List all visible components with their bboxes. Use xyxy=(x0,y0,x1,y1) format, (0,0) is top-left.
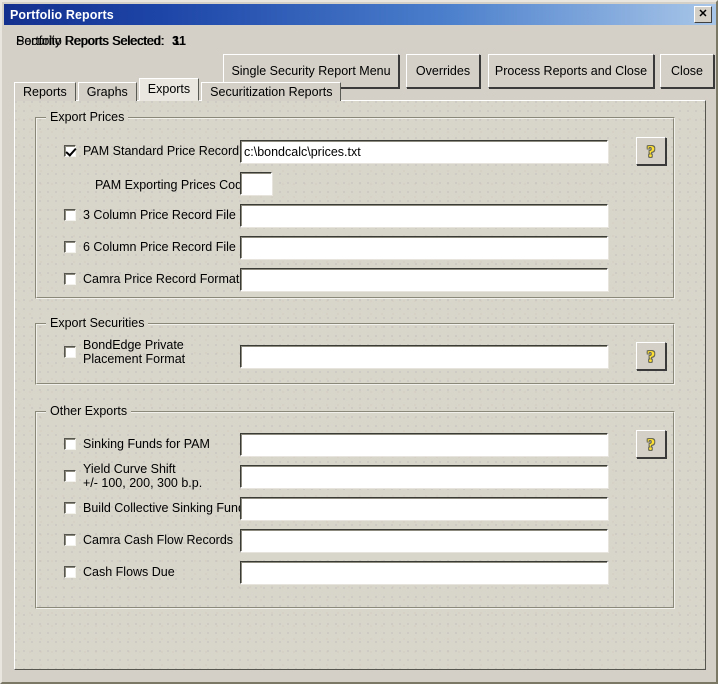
sinking-funds-for-pam-input[interactable] xyxy=(240,433,608,456)
help-question-icon: ? xyxy=(646,434,656,454)
yield-curve-shift-row: Yield Curve Shift +/- 100, 200, 300 b.p. xyxy=(64,462,202,490)
other-exports-help-button[interactable]: ? xyxy=(636,430,666,458)
cash-flows-due-label: Cash Flows Due xyxy=(83,565,175,579)
close-icon[interactable]: ✕ xyxy=(694,6,712,23)
yield-curve-shift-label: Yield Curve Shift +/- 100, 200, 300 b.p. xyxy=(83,462,203,490)
close-button[interactable]: Close xyxy=(660,54,714,88)
tab-securitization-reports[interactable]: Securitization Reports xyxy=(201,82,342,101)
help-question-icon: ? xyxy=(646,346,656,366)
title-bar: Portfolio Reports ✕ xyxy=(4,4,716,25)
cash-flows-due-checkbox[interactable] xyxy=(64,566,76,578)
process-reports-and-close-button[interactable]: Process Reports and Close xyxy=(488,54,654,88)
yield-curve-shift-checkbox[interactable] xyxy=(64,470,76,482)
tab-strip: Reports Graphs Exports Securitization Re… xyxy=(14,78,343,101)
camra-price-record-format-checkbox[interactable] xyxy=(64,273,76,285)
pam-exporting-prices-code-label: PAM Exporting Prices Code: xyxy=(95,178,253,192)
export-securities-group: Export Securities BondEdge Private Place… xyxy=(35,317,675,385)
export-securities-help-button[interactable]: ? xyxy=(636,342,666,370)
six-column-price-record-file-input[interactable] xyxy=(240,236,608,259)
other-exports-group-title: Other Exports xyxy=(46,405,132,418)
build-collective-sinking-funds-checkbox[interactable] xyxy=(64,502,76,514)
camra-price-record-format-input[interactable] xyxy=(240,268,608,291)
camra-price-record-format-label: Camra Price Record Format xyxy=(83,272,240,286)
camra-cash-flow-records-row: Camra Cash Flow Records xyxy=(64,533,233,547)
build-collective-sinking-funds-row: Build Collective Sinking Funds xyxy=(64,501,251,515)
bondedge-private-placement-format-checkbox[interactable] xyxy=(64,346,76,358)
cash-flows-due-input[interactable] xyxy=(240,561,608,584)
three-column-price-record-file-row: 3 Column Price Record File xyxy=(64,208,236,222)
bondedge-private-placement-format-input[interactable] xyxy=(240,345,608,368)
header-bar: Portfolio Reports Selected: 11 Security R… xyxy=(4,25,716,88)
three-column-price-record-file-input[interactable] xyxy=(240,204,608,227)
export-prices-group: Export Prices PAM Standard Price Record … xyxy=(35,111,675,299)
tab-reports[interactable]: Reports xyxy=(14,82,76,101)
exports-tab-panel: Export Prices PAM Standard Price Record … xyxy=(14,100,706,670)
tab-exports[interactable]: Exports xyxy=(138,78,200,101)
window-title: Portfolio Reports xyxy=(10,7,114,22)
export-prices-help-button[interactable]: ? xyxy=(636,137,666,165)
pam-standard-price-record-file-input[interactable] xyxy=(240,140,608,163)
portfolio-reports-window: Portfolio Reports ✕ Portfolio Reports Se… xyxy=(0,0,718,684)
export-securities-group-title: Export Securities xyxy=(46,317,149,330)
three-column-price-record-file-checkbox[interactable] xyxy=(64,209,76,221)
camra-cash-flow-records-label: Camra Cash Flow Records xyxy=(83,533,234,547)
camra-cash-flow-records-input[interactable] xyxy=(240,529,608,552)
other-exports-group: Other Exports Sinking Funds for PAM ? Yi… xyxy=(35,405,675,609)
bondedge-private-placement-format-row: BondEdge Private Placement Format xyxy=(64,338,185,366)
overrides-button[interactable]: Overrides xyxy=(406,54,480,88)
camra-cash-flow-records-checkbox[interactable] xyxy=(64,534,76,546)
pam-standard-price-record-file-checkbox[interactable] xyxy=(64,145,76,157)
six-column-price-record-file-row: 6 Column Price Record File xyxy=(64,240,236,254)
security-reports-count: 3 xyxy=(172,34,179,48)
security-reports-label: Security Reports Selected: xyxy=(16,34,164,48)
build-collective-sinking-funds-input[interactable] xyxy=(240,497,608,520)
pam-exporting-prices-code-input[interactable] xyxy=(240,172,272,195)
sinking-funds-for-pam-label: Sinking Funds for PAM xyxy=(83,437,210,451)
build-collective-sinking-funds-label: Build Collective Sinking Funds xyxy=(83,501,252,515)
cash-flows-due-row: Cash Flows Due xyxy=(64,565,175,579)
six-column-price-record-file-checkbox[interactable] xyxy=(64,241,76,253)
security-reports-row: Security Reports Selected: 3 xyxy=(16,31,179,51)
export-prices-group-title: Export Prices xyxy=(46,111,129,124)
tab-graphs[interactable]: Graphs xyxy=(77,82,137,101)
six-column-price-record-file-label: 6 Column Price Record File xyxy=(83,240,236,254)
pam-standard-price-record-file-row: PAM Standard Price Record File xyxy=(64,144,263,158)
sinking-funds-for-pam-checkbox[interactable] xyxy=(64,438,76,450)
three-column-price-record-file-label: 3 Column Price Record File xyxy=(83,208,236,222)
yield-curve-shift-input[interactable] xyxy=(240,465,608,488)
camra-price-record-format-row: Camra Price Record Format xyxy=(64,272,239,286)
bondedge-private-placement-format-label: BondEdge Private Placement Format xyxy=(83,338,186,366)
help-question-icon: ? xyxy=(646,141,656,161)
pam-standard-price-record-file-label: PAM Standard Price Record File xyxy=(83,144,263,158)
sinking-funds-for-pam-row: Sinking Funds for PAM xyxy=(64,437,210,451)
